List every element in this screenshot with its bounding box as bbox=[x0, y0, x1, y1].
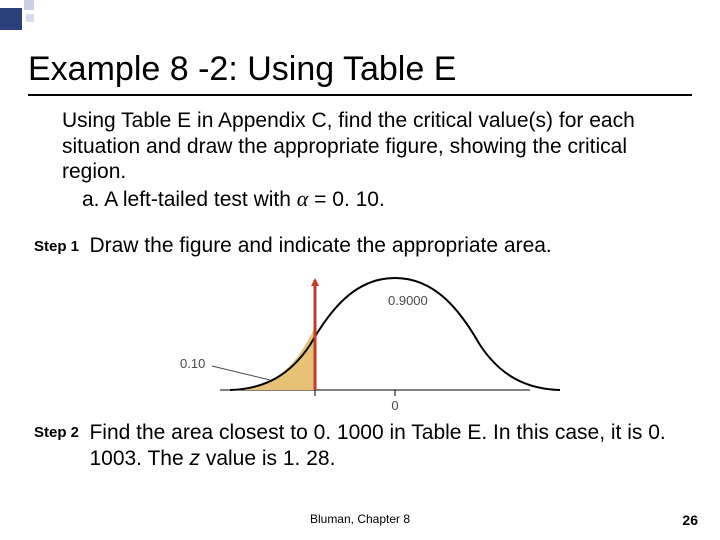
alpha-symbol: α bbox=[297, 186, 309, 211]
step-2-text-pre: Find the area closest to 0. 1000 in Tabl… bbox=[89, 421, 665, 470]
page-number: 26 bbox=[682, 512, 698, 528]
step-2-text: Find the area closest to 0. 1000 in Tabl… bbox=[89, 420, 669, 471]
step-1-label: Step 1 bbox=[34, 238, 79, 255]
left-area-label: 0.10 bbox=[180, 356, 205, 371]
normal-curve-figure: 0 0.9000 0.10 bbox=[170, 260, 570, 420]
footer-citation: Bluman, Chapter 8 bbox=[0, 512, 720, 526]
deco-square-small-1 bbox=[24, 0, 34, 10]
part-a-suffix: = 0. 10. bbox=[308, 188, 384, 211]
shaded-left-tail bbox=[235, 327, 315, 390]
step-2-label: Step 2 bbox=[34, 424, 79, 441]
step-2-text-post: value is 1. 28. bbox=[200, 447, 335, 470]
intro-paragraph: Using Table E in Appendix C, find the cr… bbox=[62, 108, 672, 185]
step-1-row: Step 1 Draw the figure and indicate the … bbox=[34, 234, 694, 258]
deco-square-small-2 bbox=[26, 14, 34, 22]
z-italic: z bbox=[190, 447, 201, 470]
part-a-line: a. A left-tailed test with α = 0. 10. bbox=[82, 186, 385, 212]
deco-square-large bbox=[0, 8, 22, 30]
step-1-text: Draw the figure and indicate the appropr… bbox=[89, 234, 551, 257]
right-area-label: 0.9000 bbox=[388, 293, 428, 308]
slide-title: Example 8 -2: Using Table E bbox=[28, 50, 456, 89]
title-underline bbox=[28, 94, 692, 96]
axis-zero-label: 0 bbox=[391, 398, 398, 413]
step-2-row: Step 2 Find the area closest to 0. 1000 … bbox=[34, 420, 694, 471]
normal-curve-svg: 0 0.9000 0.10 bbox=[170, 260, 570, 420]
part-a-prefix: a. A left-tailed test with bbox=[82, 188, 297, 211]
